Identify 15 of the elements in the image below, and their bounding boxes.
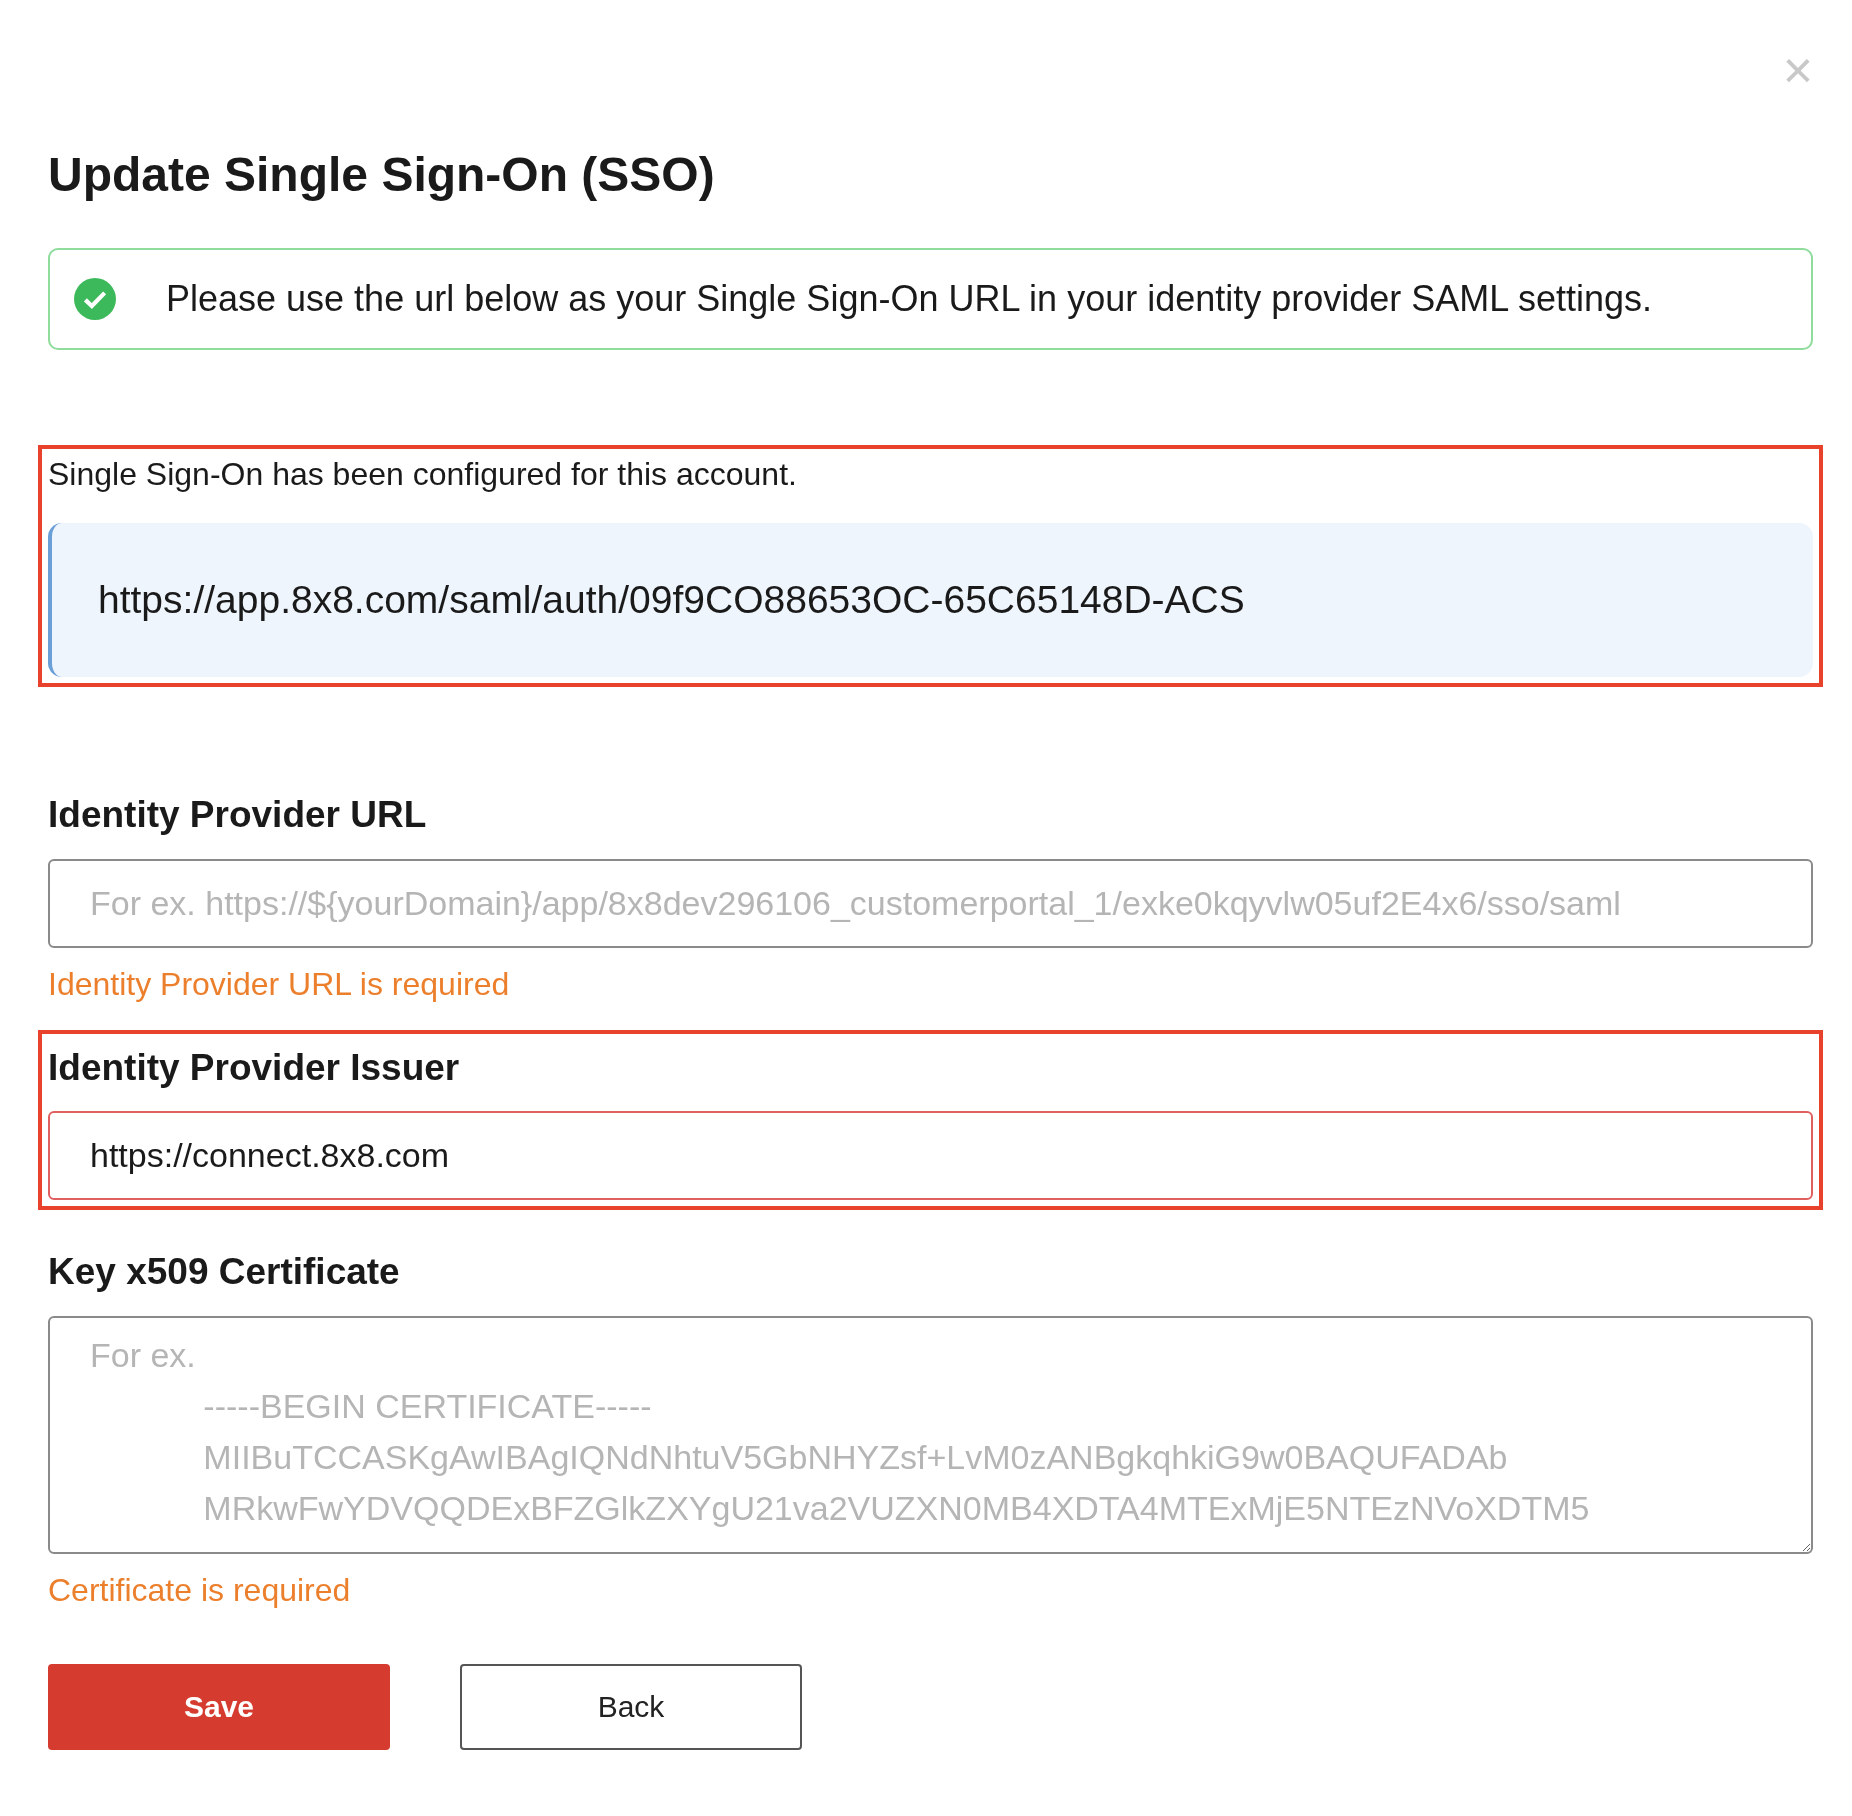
check-circle-icon [74, 277, 116, 320]
alert-message: Please use the url below as your Single Sign-On URL in your identity provider SAML settings. [166, 276, 1653, 321]
save-button[interactable]: Save [48, 1664, 390, 1750]
field-label: Identity Provider Issuer [48, 1046, 461, 1090]
sso-url: https://app.8x8.com/saml/auth/09f9CO88653OC-65C65148D-ACS [48, 523, 1813, 678]
certificate-field[interactable]: For ex. -----BEGIN CERTIFICATE----- MIIBuTCCASKgAwIBAgIQNdNhtuV5GbNHYZsf+LvM0zANBgkqhkiG9w0BAQUFADAb MRkwFwYDVQQDExBFZGlkZXYgU21va2VUZXN0MB4XDTA4MTExMjE5NTEzNVoXDTM5 [48, 1316, 1813, 1554]
back-button[interactable]: Back [460, 1664, 802, 1750]
input-field[interactable]: For ex. https://${yourDomain}/app/8x8dev296106_customerportal_1/exke0kqyvlw05uf2E4x6/sso/saml [48, 859, 1813, 948]
error-message: Certificate is required [48, 1571, 352, 1610]
info-text: Single Sign-On has been configured for this account. [48, 454, 798, 493]
field-label: Key x509 Certificate [48, 1250, 401, 1295]
field-label: Identity Provider URL [48, 793, 428, 838]
dialog-title: Update Single Sign-On (SSO) [48, 147, 716, 203]
input-field[interactable]: https://connect.8x8.com [48, 1111, 1813, 1201]
error-message: Identity Provider URL is required [48, 965, 511, 1004]
